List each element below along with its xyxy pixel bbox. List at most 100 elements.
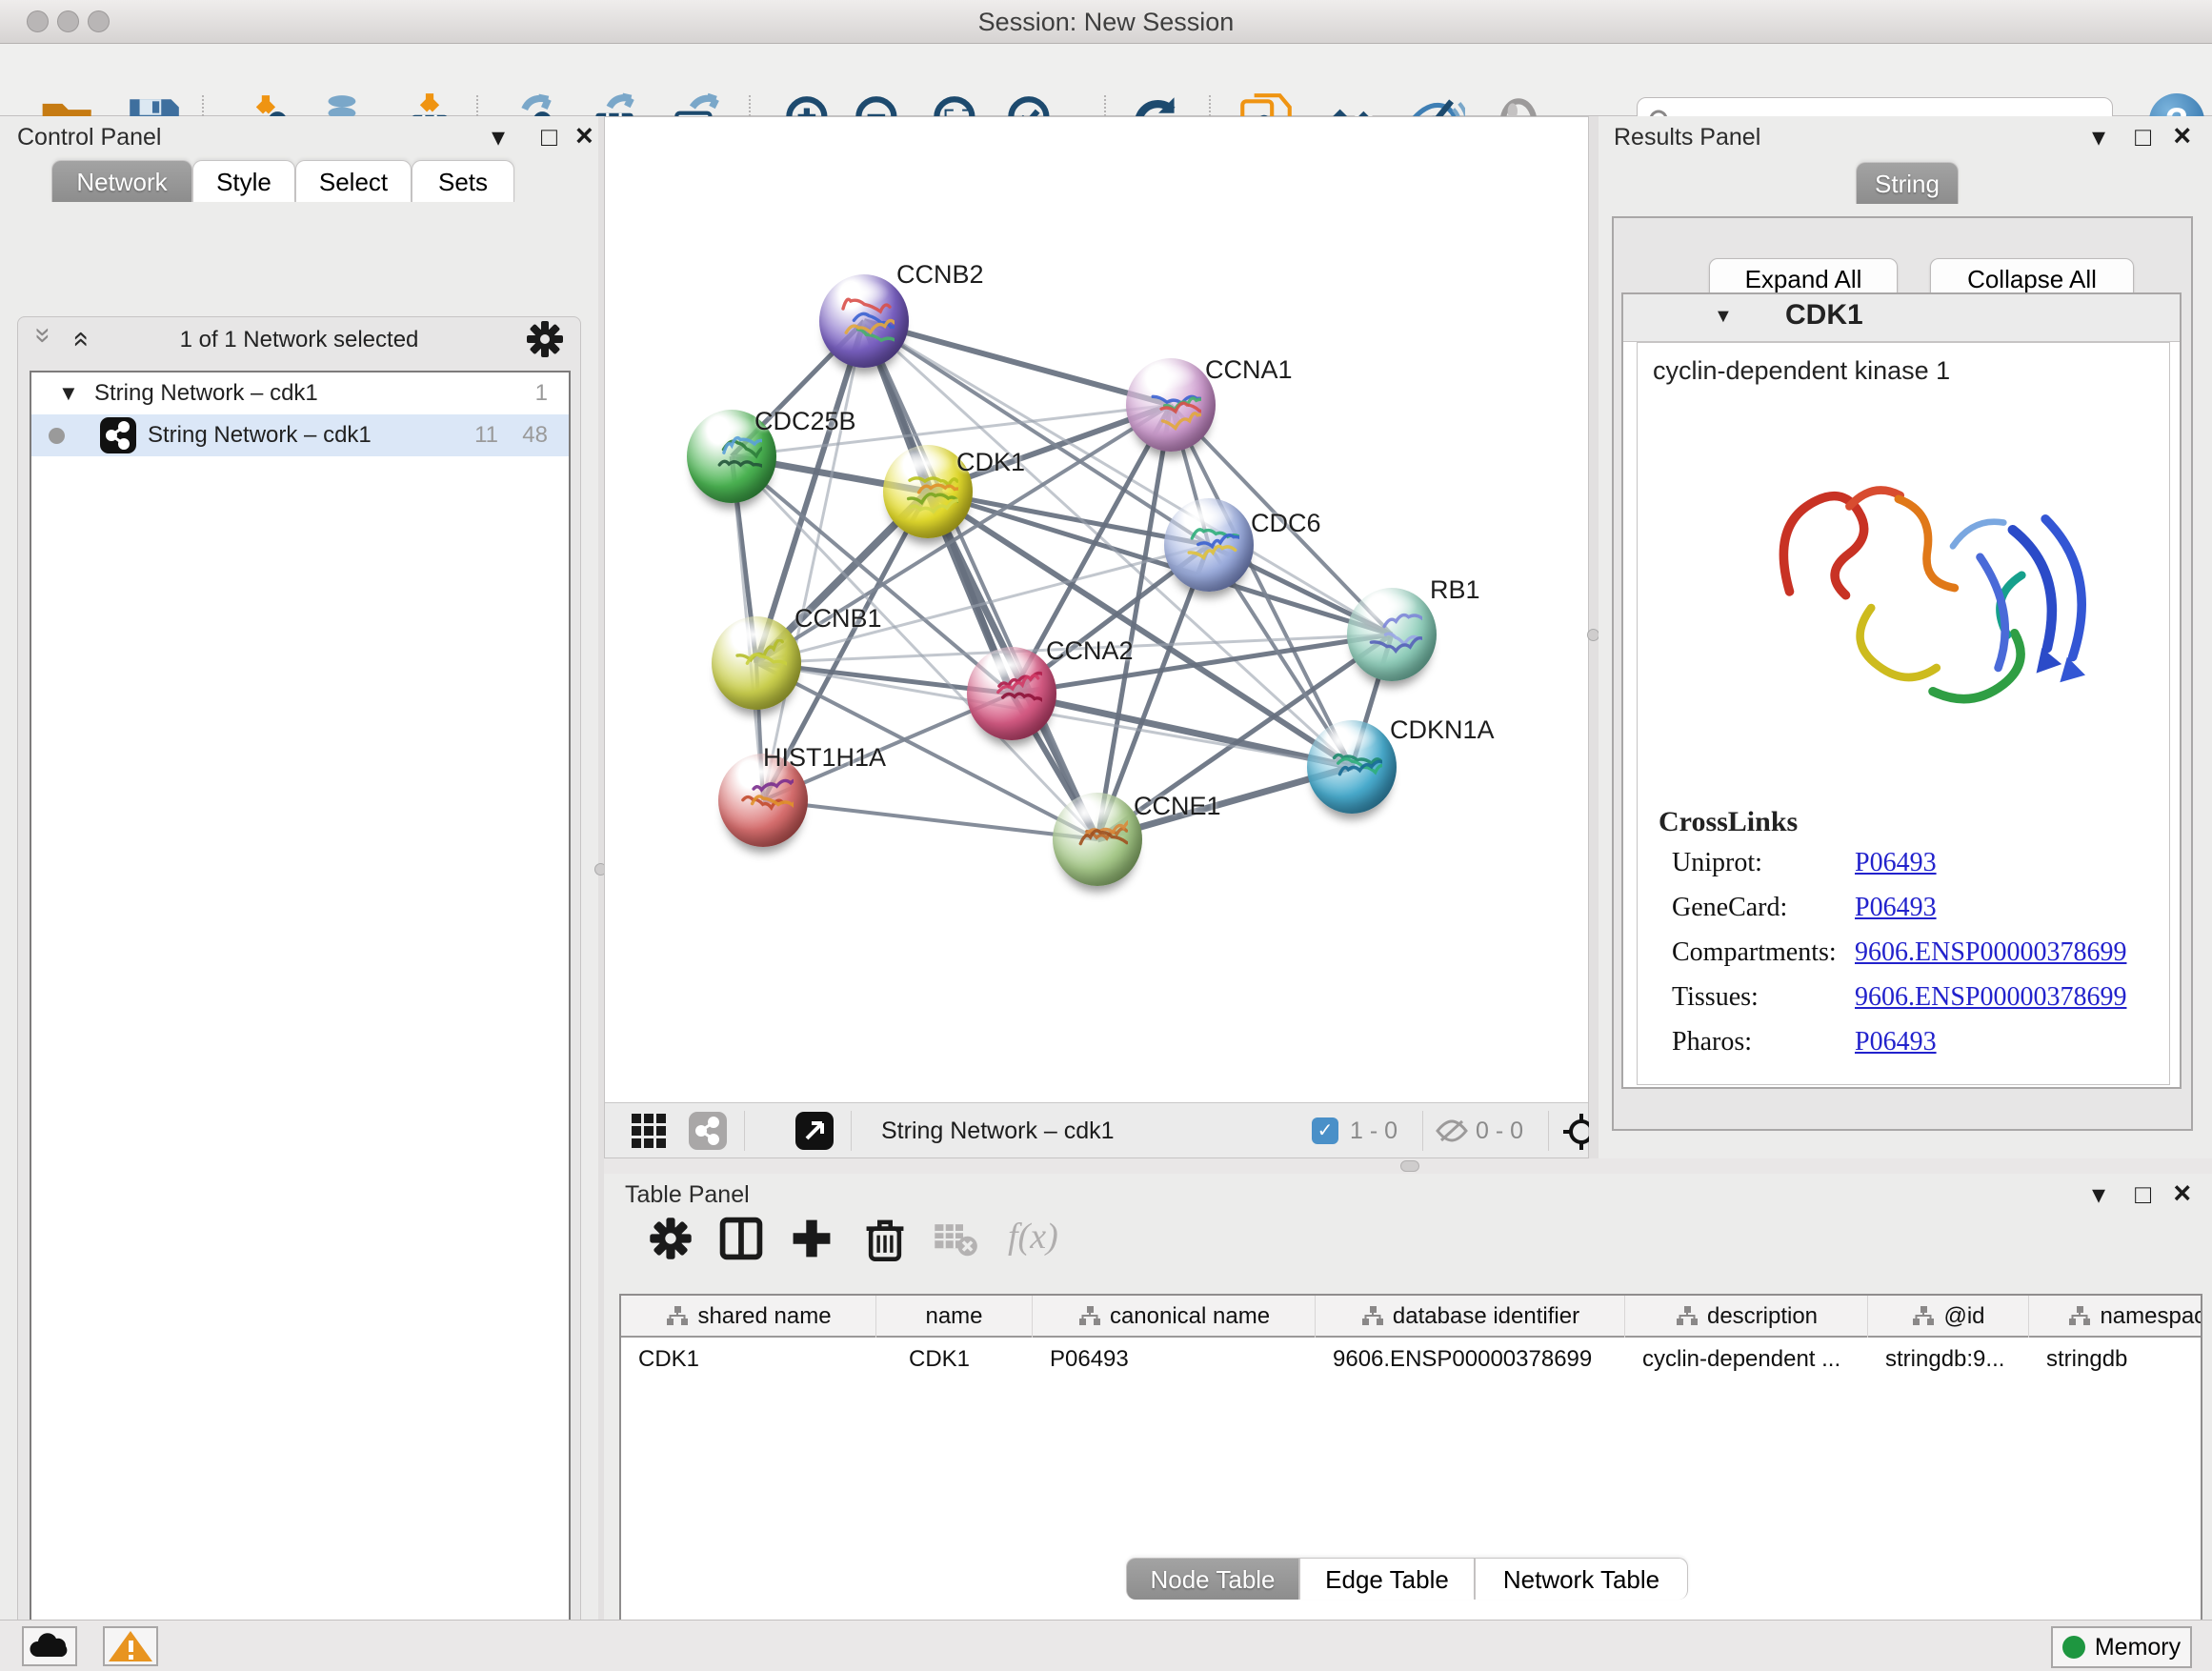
protein-thumbnail-icon xyxy=(1361,611,1422,660)
table-settings-gear-icon[interactable] xyxy=(648,1216,694,1261)
netbar-separator xyxy=(744,1111,745,1151)
tab-sets[interactable]: Sets xyxy=(412,160,514,202)
node-label-CDK1: CDK1 xyxy=(956,448,1025,477)
table-splitter[interactable] xyxy=(604,1158,2212,1174)
cell-id[interactable]: stringdb:9... xyxy=(1885,1339,2027,1379)
table-panel-close-icon[interactable]: × xyxy=(2173,1174,2191,1212)
crosslink-value-link[interactable]: P06493 xyxy=(1855,893,1937,923)
memory-button[interactable]: Memory xyxy=(2051,1626,2192,1668)
show-columns-icon[interactable] xyxy=(718,1216,764,1261)
collection-count: 1 xyxy=(535,372,548,414)
tab-network[interactable]: Network xyxy=(51,160,192,202)
tab-select[interactable]: Select xyxy=(295,160,412,202)
string-view-icon[interactable] xyxy=(689,1112,727,1150)
node-result-header[interactable]: ▼ CDK1 xyxy=(1623,294,2180,342)
column-header-description[interactable]: description xyxy=(1625,1296,1868,1338)
crosslink-value-link[interactable]: P06493 xyxy=(1855,848,1937,878)
add-column-plus-icon[interactable] xyxy=(789,1216,835,1261)
node-CCNB1[interactable] xyxy=(712,616,801,710)
network-collection-row[interactable]: ▼ String Network – cdk1 1 xyxy=(31,372,569,414)
tab-style[interactable]: Style xyxy=(192,160,295,202)
table-splitter-handle[interactable] xyxy=(1400,1160,1419,1172)
node-CCNB2[interactable] xyxy=(819,274,909,368)
hidden-eye-icon[interactable] xyxy=(1436,1117,1468,1144)
column-type-icon xyxy=(1911,1305,1936,1328)
network-edges xyxy=(605,117,1588,1102)
edge-CCNA2-CDKN1A[interactable] xyxy=(1012,694,1352,767)
column-header-namespace[interactable]: namespace xyxy=(2029,1296,2202,1338)
tab-network-table[interactable]: Network Table xyxy=(1475,1558,1688,1600)
results-panel-menu-caret-icon[interactable]: ▾ xyxy=(2092,118,2105,156)
control-panel-float-icon[interactable]: □ xyxy=(541,118,557,156)
network-selection-status: 1 of 1 Network selected xyxy=(18,327,580,353)
birdseye-view-icon[interactable] xyxy=(795,1112,834,1150)
node-CDKN1A[interactable] xyxy=(1307,720,1397,814)
app-window: Session: New Session xyxy=(0,0,2212,1671)
node-CCNE1[interactable] xyxy=(1053,793,1142,886)
grid-view-icon[interactable] xyxy=(630,1112,668,1150)
column-header-canonicalname[interactable]: canonical name xyxy=(1033,1296,1316,1338)
network-node-count: 11 xyxy=(474,414,498,456)
node-CCNA2[interactable] xyxy=(967,647,1056,740)
cloud-button[interactable] xyxy=(22,1626,77,1666)
table-panel-float-icon[interactable]: □ xyxy=(2135,1176,2151,1214)
column-header-databaseidentifier[interactable]: database identifier xyxy=(1316,1296,1625,1338)
node-result-collapse-icon[interactable]: ▼ xyxy=(1714,306,1733,328)
table-header-row[interactable]: shared namename canonical name database id… xyxy=(621,1296,2202,1338)
edge-CCNB2-HIST1H1A[interactable] xyxy=(763,321,864,800)
delete-table-icon[interactable] xyxy=(933,1216,978,1261)
column-label: @id xyxy=(1943,1303,1984,1329)
cell-name[interactable]: CDK1 xyxy=(909,1339,1046,1379)
control-panel-close-icon[interactable]: × xyxy=(575,116,593,154)
protein-structure-image xyxy=(1742,410,2123,810)
current-network-dot-icon xyxy=(49,428,65,444)
network-row-label: String Network – cdk1 xyxy=(148,414,372,456)
cell-canonicalname[interactable]: P06493 xyxy=(1050,1339,1314,1379)
collection-expand-icon[interactable]: ▼ xyxy=(58,372,79,414)
cell-description[interactable]: cyclin-dependent ... xyxy=(1642,1339,1866,1379)
table-panel-menu-caret-icon[interactable]: ▾ xyxy=(2092,1176,2105,1214)
node-result-card: ▼ CDK1 cyclin-dependent kinase 1 xyxy=(1621,292,2182,1089)
cell-sharedname[interactable]: CDK1 xyxy=(638,1339,875,1379)
table-panel: Table Panel ▾ □ × f(x) shared namenameca… xyxy=(604,1174,2212,1620)
network-view[interactable]: CCNB2CCNA1CDC25BCDK1CDC6RB1CCNB1CCNA2CDK… xyxy=(604,116,1589,1158)
delete-column-trash-icon[interactable] xyxy=(862,1216,908,1261)
control-panel-menu-caret-icon[interactable]: ▾ xyxy=(492,118,505,156)
main-toolbar: ? xyxy=(0,44,2212,116)
right-splitter[interactable] xyxy=(1589,116,1599,1158)
network-tab-content: » » 1 of 1 Network selected ▼ String Net… xyxy=(17,316,581,1671)
column-header-name[interactable]: name xyxy=(876,1296,1033,1338)
results-panel-close-icon[interactable]: × xyxy=(2173,116,2191,154)
protein-thumbnail-icon xyxy=(1321,743,1382,793)
table-tabs: Node TableEdge TableNetwork Table xyxy=(604,1558,2212,1615)
edge-CCNE1-HIST1H1A[interactable] xyxy=(763,800,1097,839)
column-label: canonical name xyxy=(1110,1303,1270,1329)
control-panel-title: Control Panel xyxy=(17,124,161,151)
network-options-gear-icon[interactable] xyxy=(525,319,565,359)
crosslink-value-link[interactable]: 9606.ENSP00000378699 xyxy=(1855,937,2126,968)
crosslinks-heading: CrossLinks xyxy=(1659,806,1798,838)
network-list: ▼ String Network – cdk1 1 String Network… xyxy=(30,371,571,1671)
selected-checkbox-icon[interactable]: ✓ xyxy=(1312,1117,1338,1144)
network-canvas[interactable]: CCNB2CCNA1CDC25BCDK1CDC6RB1CCNB1CCNA2CDK… xyxy=(605,117,1588,1102)
column-header-id[interactable]: @id xyxy=(1868,1296,2029,1338)
node-CDC6[interactable] xyxy=(1164,498,1254,592)
tab-edge-table[interactable]: Edge Table xyxy=(1299,1558,1475,1600)
results-panel-float-icon[interactable]: □ xyxy=(2135,118,2151,156)
collection-label: String Network – cdk1 xyxy=(94,372,318,414)
string-results-content: Expand All Collapse All ▼ CDK1 cyclin-de… xyxy=(1612,216,2193,1131)
node-RB1[interactable] xyxy=(1347,588,1437,681)
cell-databaseidentifier[interactable]: 9606.ENSP00000378699 xyxy=(1333,1339,1623,1379)
tab-string[interactable]: String xyxy=(1856,162,1959,204)
node-label-CDKN1A: CDKN1A xyxy=(1390,715,1495,745)
crosslink-value-link[interactable]: P06493 xyxy=(1855,1027,1937,1057)
netbar-separator xyxy=(1548,1111,1549,1151)
warning-button[interactable] xyxy=(103,1626,158,1666)
tab-node-table[interactable]: Node Table xyxy=(1126,1558,1299,1600)
crosslink-value-link[interactable]: 9606.ENSP00000378699 xyxy=(1855,982,2126,1013)
column-header-sharedname[interactable]: shared name xyxy=(621,1296,876,1338)
network-row-selected[interactable]: String Network – cdk1 11 48 xyxy=(31,414,569,456)
node-CCNA1[interactable] xyxy=(1126,358,1216,452)
cell-namespace[interactable]: stringdb xyxy=(2046,1339,2202,1379)
function-builder-icon[interactable]: f(x) xyxy=(1008,1216,1058,1258)
